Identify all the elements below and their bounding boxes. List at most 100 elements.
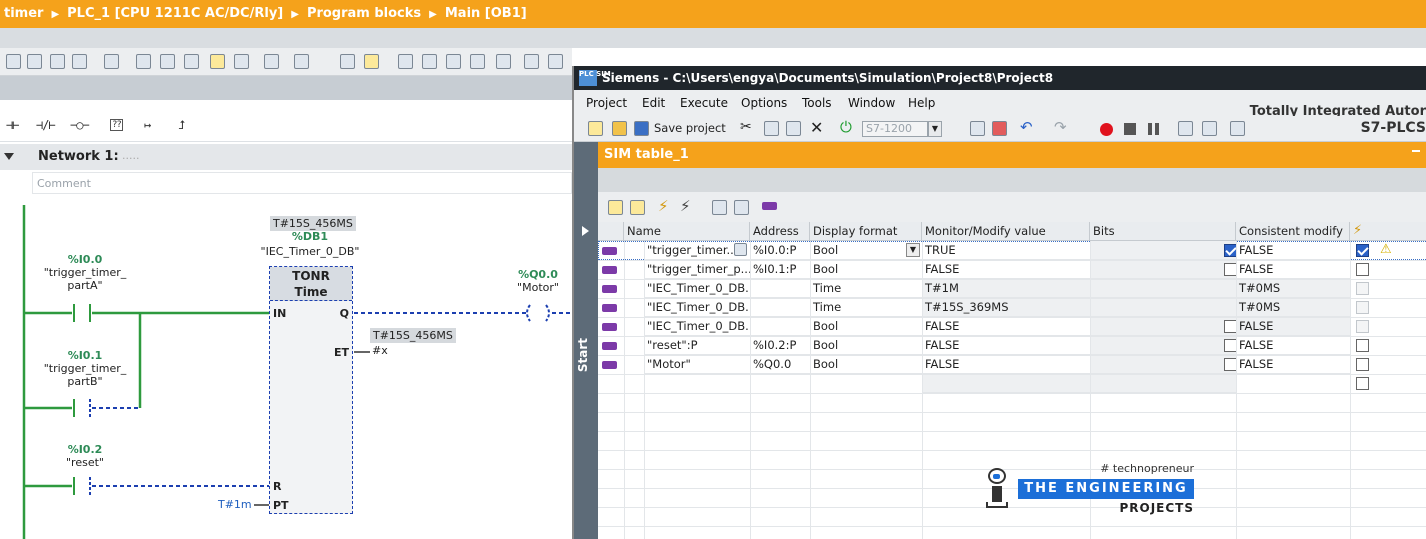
add-row-icon[interactable] [608, 200, 623, 215]
modify-icon[interactable]: ⚡ [658, 197, 669, 215]
column-header-bits[interactable]: Bits [1090, 222, 1236, 241]
chevron-down-icon[interactable]: ▼ [928, 121, 942, 137]
record-icon[interactable] [1100, 123, 1113, 136]
cell-consistent[interactable]: FALSE [1236, 317, 1350, 336]
browse-icon[interactable] [734, 243, 747, 256]
add-row-icon[interactable] [630, 200, 645, 215]
breadcrumb-item-plc[interactable]: PLC_1 [CPU 1211C AC/DC/Rly] [67, 6, 283, 21]
modify-checkbox[interactable] [1356, 263, 1369, 276]
cell-address[interactable] [750, 279, 810, 298]
cell-name[interactable]: "reset":P [644, 336, 750, 355]
status-icon[interactable] [1230, 121, 1245, 136]
watch-icon[interactable] [524, 54, 539, 69]
cell-format[interactable]: Bool [810, 336, 922, 355]
network-comment-field[interactable]: Comment [32, 172, 572, 194]
comment-icon[interactable] [210, 54, 225, 69]
nc-contact-icon[interactable]: ⊣/⊢ [36, 118, 56, 132]
tag-icon[interactable] [762, 202, 777, 210]
cell-address[interactable]: %Q0.0 [750, 355, 810, 374]
modify-checkbox[interactable] [1356, 339, 1369, 352]
tonr-subtitle[interactable]: Time [270, 284, 352, 300]
network-collapse-icon[interactable] [72, 54, 87, 69]
absolute-operand-icon[interactable] [234, 54, 249, 69]
empty-box-icon[interactable]: ?? [110, 119, 123, 131]
cell-format[interactable]: Bool [810, 355, 922, 374]
breadcrumb-item-main[interactable]: Main [OB1] [445, 6, 527, 21]
stop-icon[interactable] [1124, 123, 1136, 135]
pause-icon[interactable] [1148, 123, 1152, 135]
cell-format[interactable]: Bool [810, 317, 922, 336]
contact-reset-label[interactable]: %I0.2 "reset" [30, 443, 140, 469]
pause-icon[interactable] [1155, 123, 1159, 135]
cell-name[interactable]: "IEC_Timer_0_DB... [644, 317, 750, 336]
cell-address[interactable] [750, 317, 810, 336]
column-header-consistent[interactable]: Consistent modify [1236, 222, 1350, 241]
cell-format[interactable]: Bool [810, 260, 922, 279]
list-icon[interactable] [136, 54, 151, 69]
favorite-icon[interactable] [364, 54, 379, 69]
mrc-icon[interactable] [970, 121, 985, 136]
modify-checkbox[interactable] [1356, 244, 1369, 257]
save-icon[interactable] [634, 121, 649, 136]
network-insert-icon[interactable] [6, 54, 21, 69]
cell-address[interactable]: %I0.2:P [750, 336, 810, 355]
cell-consistent[interactable]: FALSE [1236, 241, 1350, 260]
list-icon[interactable] [340, 54, 355, 69]
monitor-icon[interactable] [446, 54, 461, 69]
et-operand[interactable]: #x [372, 344, 388, 357]
modify-checkbox[interactable] [1356, 320, 1369, 333]
breadcrumb-item-blocks[interactable]: Program blocks [307, 6, 421, 21]
window-title-bar[interactable]: PLC SIM Siemens - C:\Users\engya\Documen… [574, 66, 1426, 90]
menu-window[interactable]: Window [848, 96, 895, 110]
network-delete-icon[interactable] [27, 54, 42, 69]
timer-db-name[interactable]: "IEC_Timer_0_DB" [240, 245, 380, 258]
collapse-triangle-icon[interactable] [4, 153, 14, 160]
modify-checkbox[interactable] [1356, 301, 1369, 314]
new-project-icon[interactable] [588, 121, 603, 136]
empty-row[interactable] [922, 374, 1236, 393]
cut-icon[interactable]: ✂ [740, 119, 752, 135]
contact-b-label[interactable]: %I0.1 "trigger_timer_ partB" [30, 349, 140, 388]
cell-value[interactable]: FALSE [922, 317, 1090, 336]
cell-name[interactable]: "IEC_Timer_0_DB... [644, 298, 750, 317]
absolute-operand-icon[interactable] [294, 54, 309, 69]
menu-options[interactable]: Options [741, 96, 787, 110]
open-project-icon[interactable] [612, 121, 627, 136]
link-icon[interactable] [422, 54, 437, 69]
absolute-operand-icon[interactable] [264, 54, 279, 69]
cell-value[interactable]: FALSE [922, 260, 1090, 279]
cell-consistent[interactable]: FALSE [1236, 260, 1350, 279]
tonr-timer-block[interactable]: TONR Time IN Q ET R PT [269, 266, 353, 514]
monitor-icon[interactable] [470, 54, 485, 69]
cell-value[interactable]: FALSE [922, 355, 1090, 374]
cell-consistent[interactable]: T#0MS [1236, 279, 1350, 298]
save-project-button[interactable]: Save project [654, 121, 726, 135]
column-header-address[interactable]: Address [750, 222, 810, 241]
network-title-field[interactable]: ..... [122, 149, 139, 162]
breadcrumb-item-project[interactable]: timer [4, 6, 43, 21]
network-expand-icon[interactable] [50, 54, 65, 69]
cell-name[interactable]: "IEC_Timer_0_DB... [644, 279, 750, 298]
start-sidebar[interactable]: Start [574, 142, 598, 539]
cell-value[interactable]: T#15S_369MS [922, 298, 1090, 317]
layout-horizontal-icon[interactable] [1178, 121, 1193, 136]
undo-icon[interactable]: ↶ [1020, 118, 1033, 136]
modify-checkbox[interactable] [1356, 358, 1369, 371]
monitor-icon[interactable] [496, 54, 511, 69]
no-contact-icon[interactable]: ⊣⊢ [6, 118, 19, 132]
cell-name[interactable]: "Motor" [644, 355, 750, 374]
redo-icon[interactable]: ↷ [1054, 118, 1067, 136]
paste-icon[interactable] [786, 121, 801, 136]
column-header-value[interactable]: Monitor/Modify value [922, 222, 1090, 241]
cell-address[interactable]: %I0.1:P [750, 260, 810, 279]
list-icon[interactable] [184, 54, 199, 69]
cpu-select[interactable]: S7-1200 [862, 121, 928, 137]
column-header-name[interactable]: Name [624, 222, 750, 241]
network-header[interactable]: Network 1: ..... [0, 144, 572, 170]
watch-icon[interactable] [548, 54, 563, 69]
modify-checkbox[interactable] [1356, 377, 1369, 390]
cell-value[interactable]: TRUE [922, 241, 1090, 260]
coil-icon[interactable]: −○− [70, 118, 90, 132]
cell-address[interactable]: %I0.0:P [750, 241, 810, 260]
minimize-icon[interactable] [1412, 150, 1420, 152]
